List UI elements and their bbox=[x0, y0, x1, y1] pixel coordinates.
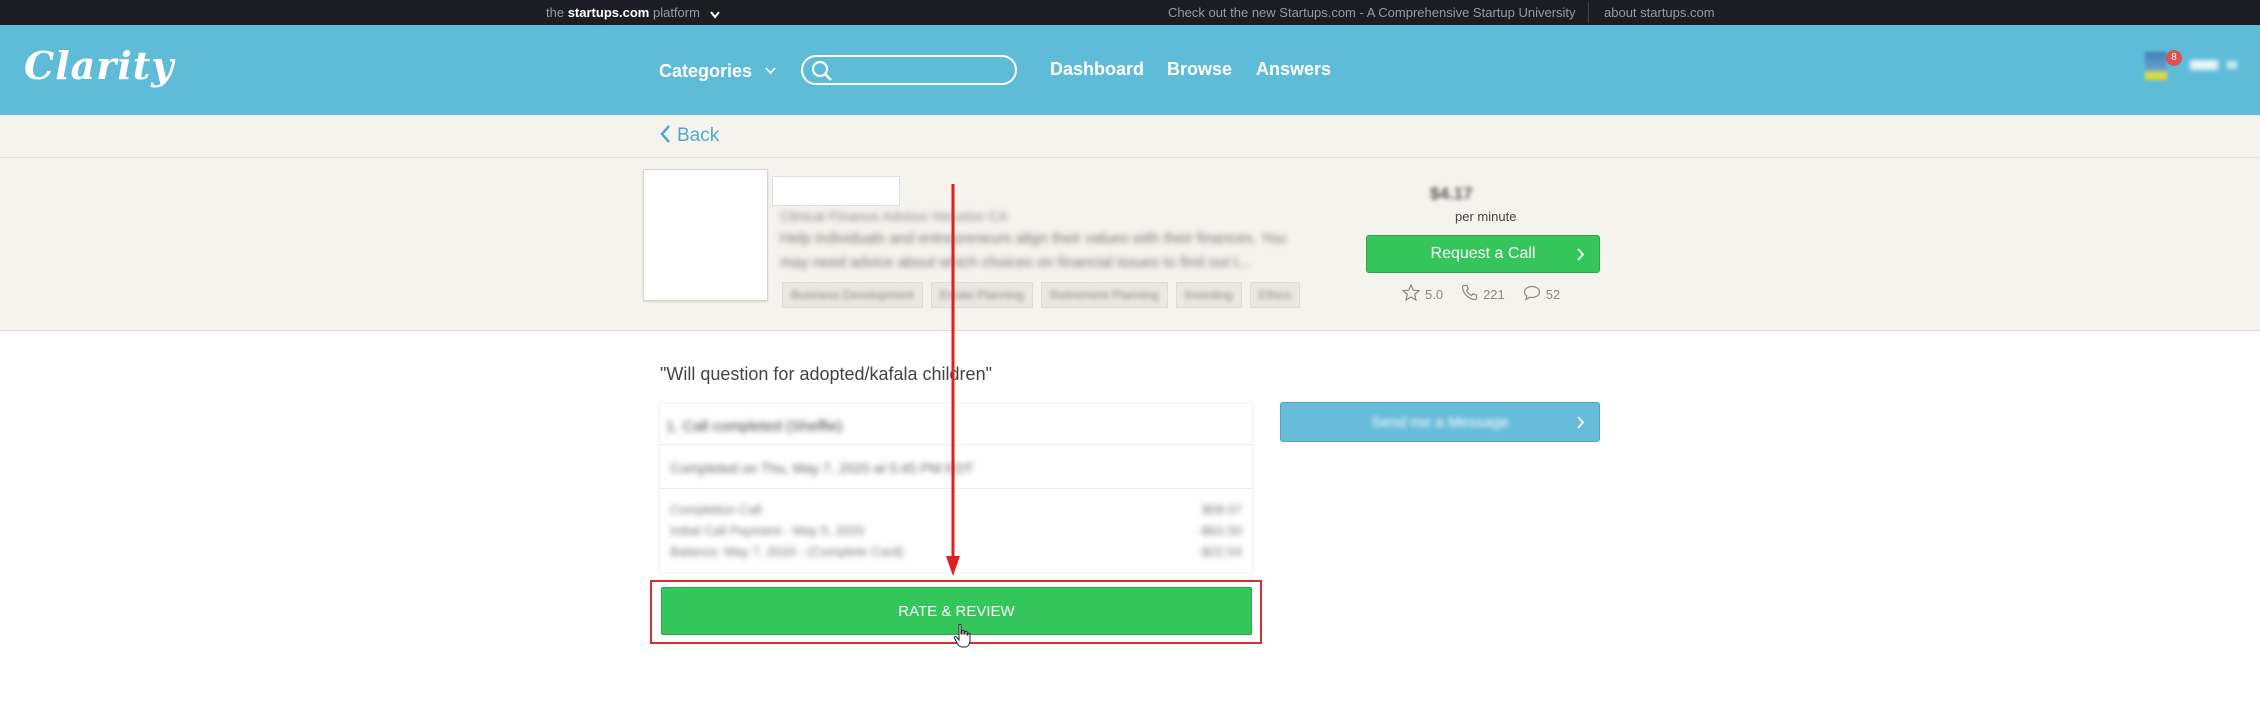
rating-value: 5.0 bbox=[1425, 286, 1444, 302]
expert-photo[interactable] bbox=[643, 169, 768, 301]
back-label: Back bbox=[677, 125, 720, 146]
nav-browse[interactable]: Browse bbox=[1167, 59, 1232, 80]
send-message-label: Send me a Message bbox=[1371, 414, 1509, 431]
phone-icon bbox=[1461, 284, 1478, 304]
expert-bio-line: Help individuals and entrepreneurs align… bbox=[780, 230, 1287, 247]
categories-label: Categories bbox=[659, 61, 753, 81]
rate-review-label: RATE & REVIEW bbox=[898, 603, 1015, 620]
nav-dashboard[interactable]: Dashboard bbox=[1050, 59, 1144, 80]
expertise-tag[interactable]: Business Development bbox=[782, 282, 923, 308]
expert-title: Clinical Finance Advisor Houston CA bbox=[780, 208, 1008, 224]
line-item-label: Initial Call Payment - May 5, 2020 bbox=[670, 523, 865, 538]
platform-suffix: platform bbox=[652, 5, 700, 20]
expert-profile-bar: Clinical Finance Advisor Houston CA Help… bbox=[0, 157, 2260, 331]
tag-label: Business Development bbox=[791, 288, 914, 302]
tag-label: Ethics bbox=[1258, 288, 1292, 302]
back-bar: Back bbox=[0, 115, 2260, 157]
clarity-logo[interactable]: Clarity bbox=[24, 43, 174, 88]
search-input[interactable] bbox=[837, 59, 1011, 83]
expertise-tag[interactable]: Retirement Planning bbox=[1040, 282, 1168, 308]
notification-badge[interactable]: 8 bbox=[2166, 50, 2182, 66]
expertise-tags: Business Development Estate Planning Ret… bbox=[782, 282, 1301, 308]
request-call-button[interactable]: Request a Call bbox=[1366, 235, 1600, 273]
about-link[interactable]: about startups.com bbox=[1604, 5, 1715, 20]
request-call-label: Request a Call bbox=[1430, 245, 1536, 262]
line-item-amount: -$62.50 bbox=[1197, 523, 1242, 538]
call-question: "Will question for adopted/kafala childr… bbox=[660, 364, 992, 384]
expert-name[interactable] bbox=[772, 176, 900, 206]
platform-prefix: the bbox=[546, 5, 565, 20]
completed-date: Completed on Thu, May 7, 2020 at 5:45 PM… bbox=[670, 460, 974, 476]
line-item-label: Balance: May 7, 2020 - (Complete Card) bbox=[670, 544, 904, 559]
nav-answers[interactable]: Answers bbox=[1256, 59, 1331, 80]
chevron-left-icon bbox=[660, 125, 671, 149]
search-icon bbox=[811, 60, 833, 87]
back-link[interactable]: Back bbox=[660, 125, 719, 149]
call-status: 1. Call completed (Sheffie) bbox=[666, 418, 843, 435]
expertise-tag[interactable]: Investing bbox=[1175, 282, 1242, 308]
rate-value: $4.17 bbox=[1430, 184, 1473, 203]
per-minute-label: per minute bbox=[1455, 209, 1517, 224]
chevron-down-icon bbox=[709, 7, 720, 22]
line-item-amount: $58.07 bbox=[1202, 502, 1242, 517]
avatar[interactable] bbox=[2145, 52, 2167, 80]
categories-menu[interactable]: Categories bbox=[659, 59, 776, 82]
comment-icon bbox=[1523, 285, 1541, 304]
line-item-amount: -$22.54 bbox=[1197, 544, 1242, 559]
expertise-tag[interactable]: Ethics bbox=[1249, 282, 1301, 308]
send-message-button[interactable]: Send me a Message bbox=[1280, 402, 1600, 442]
user-name bbox=[2190, 60, 2218, 70]
star-icon bbox=[1401, 283, 1421, 304]
reviews-count: 52 bbox=[1545, 286, 1561, 302]
chevron-down-icon bbox=[765, 59, 776, 80]
expert-stats: 5.0 221 52 bbox=[1401, 283, 1560, 304]
platform-brand: startups.com bbox=[567, 5, 650, 20]
platform-switcher[interactable]: the startups.com platform bbox=[546, 5, 720, 22]
search-box[interactable] bbox=[801, 55, 1017, 85]
divider bbox=[1588, 2, 1589, 23]
platform-bar: the startups.com platform Check out the … bbox=[0, 0, 2260, 25]
chevron-down-icon bbox=[2227, 61, 2237, 69]
chevron-right-icon bbox=[1577, 248, 1585, 266]
tag-label: Investing bbox=[1184, 288, 1233, 302]
hand-cursor-icon bbox=[953, 623, 971, 648]
chevron-right-icon bbox=[1577, 416, 1585, 433]
tag-label: Retirement Planning bbox=[1049, 288, 1159, 302]
reviews-stat: 52 bbox=[1523, 284, 1560, 304]
promo-link[interactable]: Check out the new Startups.com - A Compr… bbox=[1168, 5, 1576, 20]
main-header: Clarity Categories Dashboard Browse Answ… bbox=[0, 25, 2260, 115]
calls-count: 221 bbox=[1483, 286, 1505, 302]
expert-bio-line: may need advice about which choices on f… bbox=[780, 254, 1251, 271]
annotation-arrow-icon bbox=[946, 184, 960, 576]
calls-stat: 221 bbox=[1461, 284, 1505, 304]
rating-stat: 5.0 bbox=[1401, 283, 1444, 304]
line-item-label: Completion Call bbox=[670, 502, 762, 517]
